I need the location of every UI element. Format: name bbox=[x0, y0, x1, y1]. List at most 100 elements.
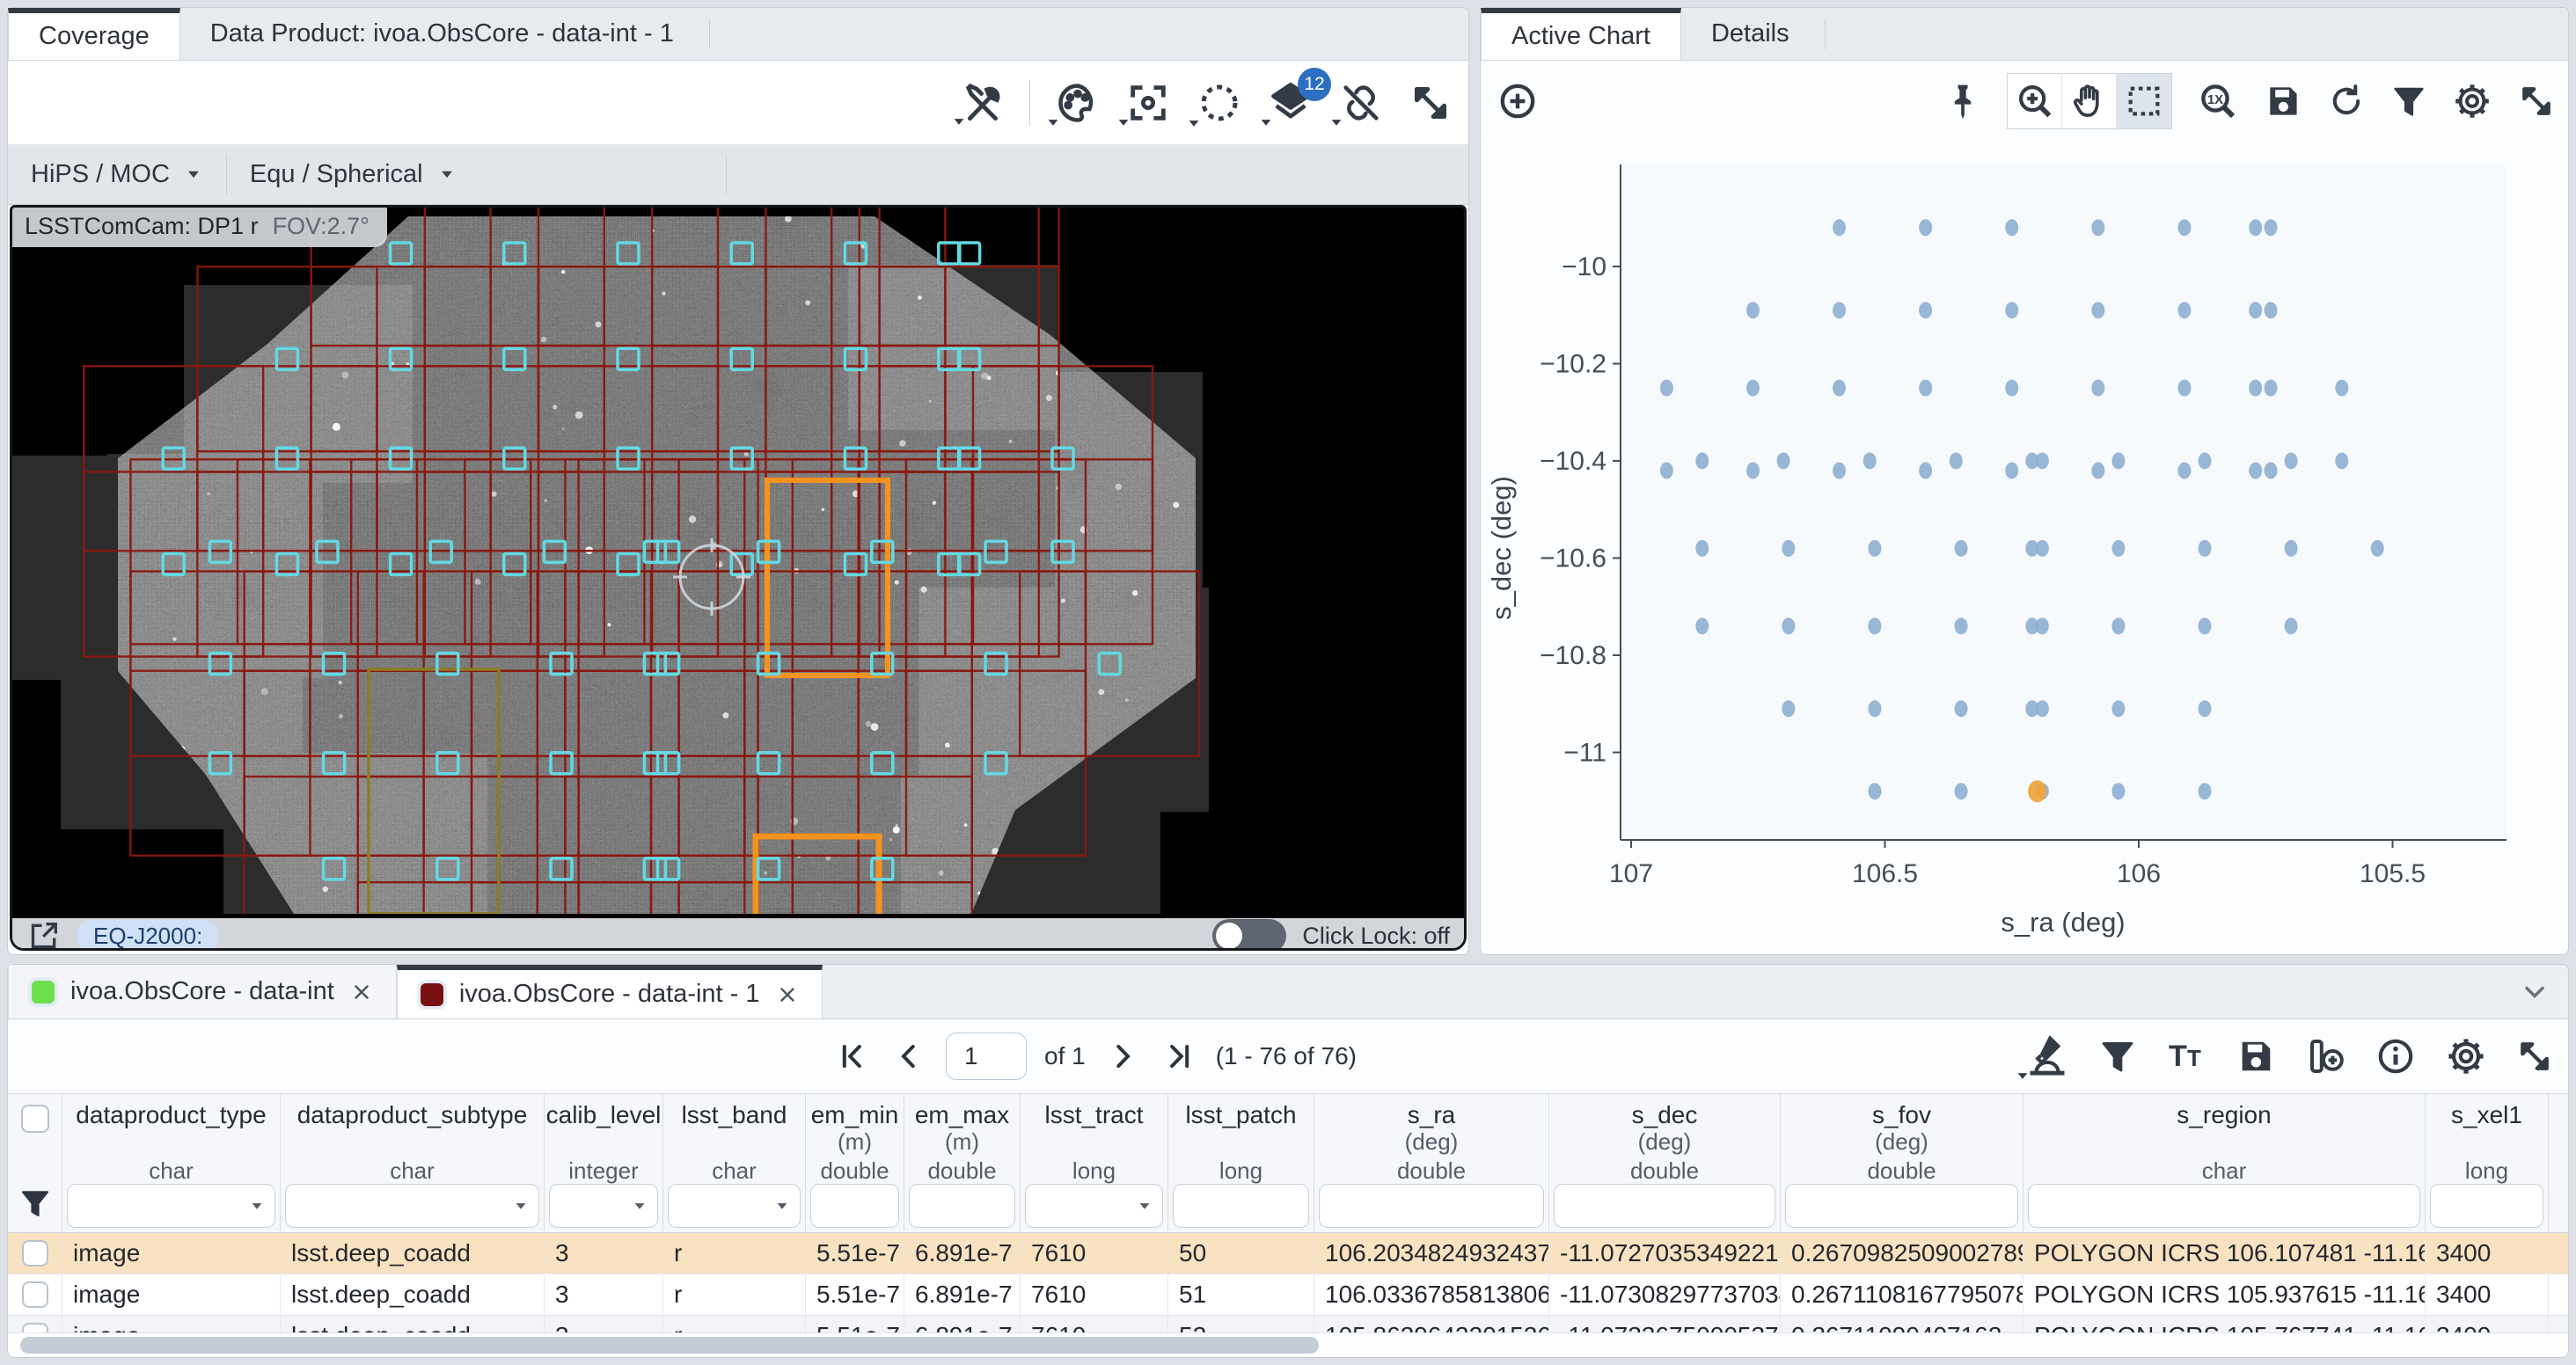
column-filter-input[interactable] bbox=[1785, 1184, 2018, 1228]
data-point[interactable] bbox=[1746, 463, 1760, 479]
column-filter-input[interactable] bbox=[549, 1184, 658, 1228]
row-checkbox[interactable] bbox=[22, 1281, 48, 1308]
data-point[interactable] bbox=[2111, 617, 2125, 634]
row-checkbox[interactable] bbox=[22, 1240, 48, 1266]
caret-down-icon[interactable] bbox=[512, 1197, 530, 1215]
column-header-calib_level[interactable]: calib_levelinteger bbox=[545, 1094, 663, 1232]
data-point[interactable] bbox=[2177, 219, 2191, 236]
data-point[interactable] bbox=[2005, 380, 2018, 397]
column-filter-input[interactable] bbox=[2028, 1184, 2420, 1228]
data-point[interactable] bbox=[2249, 219, 2262, 236]
data-point[interactable] bbox=[2091, 463, 2104, 479]
data-point[interactable] bbox=[1868, 617, 1881, 634]
data-point[interactable] bbox=[1868, 700, 1881, 717]
data-point[interactable] bbox=[2177, 380, 2191, 397]
data-point[interactable] bbox=[1695, 540, 1709, 557]
data-point[interactable] bbox=[2285, 540, 2298, 557]
data-point[interactable] bbox=[1746, 302, 1760, 318]
column-header-s_xel1[interactable]: s_xel1long bbox=[2426, 1094, 2549, 1232]
data-point[interactable] bbox=[2265, 463, 2278, 479]
column-filter-input[interactable] bbox=[1173, 1184, 1309, 1228]
filter-icon[interactable] bbox=[2390, 83, 2427, 120]
sky-image[interactable]: LSSTComCam: DP1 r FOV:2.7° bbox=[12, 208, 1464, 918]
data-point[interactable] bbox=[1919, 463, 1932, 479]
collapse-tables-icon[interactable] bbox=[2519, 976, 2550, 1008]
settings-icon[interactable] bbox=[2445, 1035, 2487, 1077]
data-point[interactable] bbox=[2265, 302, 2278, 318]
data-point[interactable] bbox=[2249, 302, 2262, 318]
caret-down-icon[interactable] bbox=[773, 1197, 791, 1215]
pan-icon[interactable] bbox=[2062, 74, 2117, 128]
selected-data-point[interactable] bbox=[2028, 780, 2046, 802]
save-icon[interactable] bbox=[2236, 1036, 2276, 1077]
data-point[interactable] bbox=[2285, 617, 2298, 634]
filter-icon[interactable] bbox=[2098, 1037, 2137, 1076]
data-point[interactable] bbox=[2249, 380, 2262, 397]
coverage-map[interactable] bbox=[12, 208, 1466, 914]
data-point[interactable] bbox=[1833, 302, 1846, 318]
data-point[interactable] bbox=[1777, 453, 1790, 470]
data-point[interactable] bbox=[1660, 463, 1673, 479]
column-header-lsst_tract[interactable]: lsst_tractlong bbox=[1021, 1094, 1168, 1232]
data-point[interactable] bbox=[2199, 453, 2212, 470]
column-header-dataproduct_subtype[interactable]: dataproduct_subtypechar bbox=[281, 1094, 545, 1232]
save-icon[interactable] bbox=[2264, 82, 2302, 120]
expand-icon[interactable] bbox=[2517, 82, 2556, 120]
data-point[interactable] bbox=[2199, 700, 2212, 717]
data-point[interactable] bbox=[1782, 540, 1795, 557]
data-point[interactable] bbox=[1695, 453, 1709, 470]
data-point[interactable] bbox=[2036, 540, 2049, 557]
table-row[interactable]: imagelsst.deep_coadd3r5.51e-76.891e-7761… bbox=[8, 1274, 2568, 1316]
column-filter-input[interactable] bbox=[1025, 1184, 1163, 1228]
data-point[interactable] bbox=[1833, 463, 1846, 479]
data-point[interactable] bbox=[1863, 453, 1877, 470]
data-point[interactable] bbox=[1746, 380, 1760, 397]
data-point[interactable] bbox=[1782, 617, 1795, 634]
data-point[interactable] bbox=[2199, 617, 2212, 634]
data-point[interactable] bbox=[1868, 783, 1881, 799]
info-icon[interactable] bbox=[2375, 1035, 2417, 1077]
data-point[interactable] bbox=[1919, 302, 1932, 318]
data-point[interactable] bbox=[2005, 302, 2018, 318]
data-point[interactable] bbox=[1919, 219, 1932, 236]
filter-row-icon[interactable] bbox=[18, 1186, 52, 1220]
data-point[interactable] bbox=[2091, 219, 2104, 236]
scrollbar-thumb[interactable] bbox=[20, 1337, 1319, 1354]
data-point[interactable] bbox=[2005, 463, 2018, 479]
column-filter-input[interactable] bbox=[2430, 1184, 2543, 1228]
data-point[interactable] bbox=[2177, 302, 2191, 318]
prev-page-icon[interactable] bbox=[889, 1037, 928, 1076]
projection-dropdown[interactable]: Equ / Spherical bbox=[227, 160, 479, 189]
data-point[interactable] bbox=[1782, 700, 1795, 717]
data-point[interactable] bbox=[2111, 540, 2125, 557]
data-point[interactable] bbox=[1955, 540, 1968, 557]
data-point[interactable] bbox=[1919, 380, 1932, 397]
add-column-icon[interactable] bbox=[2304, 1035, 2346, 1077]
text-view-icon[interactable] bbox=[2165, 1035, 2207, 1077]
tab-data-product[interactable]: Data Product: ivoa.ObsCore - data-int - … bbox=[180, 8, 704, 60]
data-point[interactable] bbox=[2199, 540, 2212, 557]
data-point[interactable] bbox=[2265, 380, 2278, 397]
column-header-s_dec[interactable]: s_dec(deg)double bbox=[1549, 1094, 1781, 1232]
column-filter-input[interactable] bbox=[810, 1184, 899, 1228]
inspect-icon[interactable] bbox=[2024, 1033, 2070, 1079]
data-point[interactable] bbox=[2091, 302, 2104, 318]
next-page-icon[interactable] bbox=[1103, 1037, 1142, 1076]
data-point[interactable] bbox=[2335, 453, 2348, 470]
column-filter-input[interactable] bbox=[1319, 1184, 1544, 1228]
data-point[interactable] bbox=[1833, 219, 1846, 236]
tools-icon[interactable] bbox=[961, 81, 1005, 125]
data-point[interactable] bbox=[1955, 617, 1968, 634]
table-tab-2[interactable]: ivoa.ObsCore - data-int - 1 bbox=[397, 965, 823, 1018]
palette-icon[interactable] bbox=[1055, 80, 1101, 126]
external-link-icon[interactable] bbox=[26, 918, 62, 951]
data-point[interactable] bbox=[1868, 540, 1881, 557]
data-point[interactable] bbox=[2371, 540, 2384, 557]
select-region-icon[interactable] bbox=[1196, 79, 1243, 127]
column-filter-input[interactable] bbox=[909, 1184, 1015, 1228]
data-point[interactable] bbox=[2199, 783, 2212, 799]
caret-down-icon[interactable] bbox=[248, 1197, 266, 1215]
close-icon[interactable] bbox=[776, 983, 799, 1006]
column-header-em_max[interactable]: em_max(m)double bbox=[904, 1094, 1021, 1232]
column-filter-input[interactable] bbox=[668, 1184, 801, 1228]
